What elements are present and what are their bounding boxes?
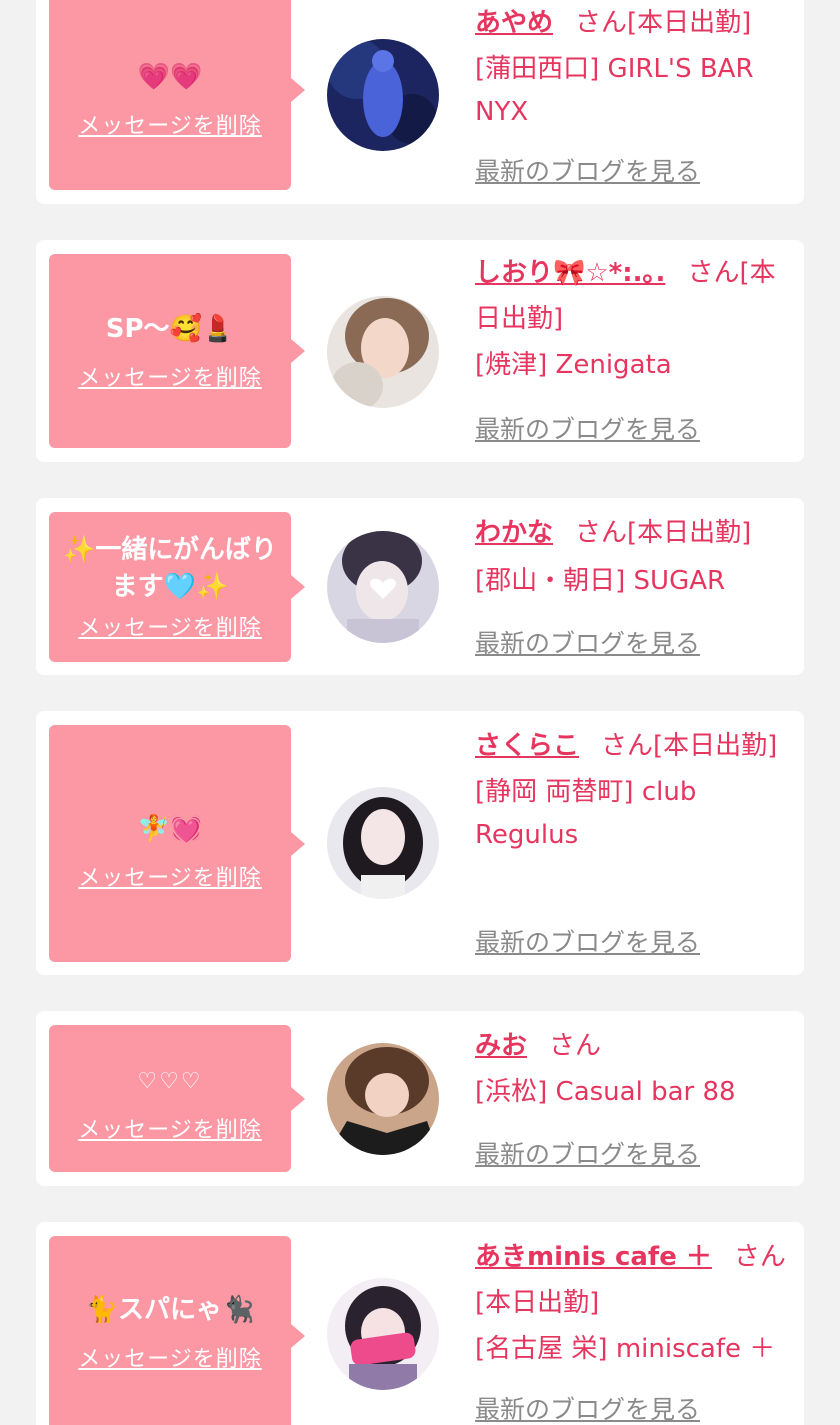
honorific: さん xyxy=(575,518,628,548)
message-text: ✨一緒にがんばります🩵✨ xyxy=(63,535,277,602)
shop-name: [静岡 両替町] club Regulus xyxy=(475,777,697,850)
latest-blog-link[interactable]: 最新のブログを見る xyxy=(475,152,700,188)
girl-name-link[interactable]: あやめ xyxy=(475,8,553,38)
avatar-photo xyxy=(327,531,439,643)
avatar[interactable] xyxy=(327,787,439,899)
latest-blog-link[interactable]: 最新のブログを見る xyxy=(475,1390,700,1425)
entry-info: あきminis cafe ＋ さん [本日出勤] [名古屋 栄] miniscafe… xyxy=(475,1234,788,1372)
shop-name: [浜松] Casual bar 88 xyxy=(475,1077,736,1107)
message-list: 💗💗 メッセージを削除 あやめ さん[本日出勤] [蒲田西口] GIRL'S BA… xyxy=(0,0,840,1425)
girl-name-link[interactable]: しおり🎀☆*:.｡. xyxy=(475,258,665,288)
honorific: さん xyxy=(575,8,628,38)
list-item: ✨一緒にがんばります🩵✨ メッセージを削除 わかな さん[本日出勤] [郡山・朝日… xyxy=(36,498,804,675)
delete-message-link[interactable]: メッセージを削除 xyxy=(78,860,262,892)
message-bubble: ♡♡♡ メッセージを削除 xyxy=(49,1025,305,1172)
status-badge: [本日出勤] xyxy=(627,518,752,548)
message-text: 💗💗 xyxy=(137,61,203,92)
message-text: 🧚💓 xyxy=(137,814,203,844)
list-item: SP〜🥰💄 メッセージを削除 しおり🎀☆*:.｡. さん[本日出勤] [焼津] Z… xyxy=(36,240,804,462)
message-bubble: SP〜🥰💄 メッセージを削除 xyxy=(49,254,305,448)
girl-name-link[interactable]: わかな xyxy=(475,518,553,548)
latest-blog-link[interactable]: 最新のブログを見る xyxy=(475,624,700,660)
avatar[interactable] xyxy=(327,1278,439,1390)
status-badge: [本日出勤] xyxy=(653,731,778,761)
honorific: さん xyxy=(601,731,654,761)
delete-message-link[interactable]: メッセージを削除 xyxy=(78,610,262,642)
avatar[interactable] xyxy=(327,531,439,643)
message-bubble: 🐈スパにゃ🐈‍⬛ メッセージを削除 xyxy=(49,1236,305,1425)
honorific: さん xyxy=(549,1031,602,1061)
shop-name: [名古屋 栄] miniscafe ＋ xyxy=(475,1334,776,1364)
message-text: SP〜🥰💄 xyxy=(105,313,235,344)
latest-blog-link[interactable]: 最新のブログを見る xyxy=(475,410,700,446)
list-item: 🐈スパにゃ🐈‍⬛ メッセージを削除 あきminis cafe ＋ さん [本日出勤]… xyxy=(36,1222,804,1425)
message-bubble: 🧚💓 メッセージを削除 xyxy=(49,725,305,962)
delete-message-link[interactable]: メッセージを削除 xyxy=(78,1112,262,1144)
avatar-photo xyxy=(327,296,439,408)
list-item: 💗💗 メッセージを削除 あやめ さん[本日出勤] [蒲田西口] GIRL'S BA… xyxy=(36,0,804,204)
avatar[interactable] xyxy=(327,39,439,151)
entry-info: あやめ さん[本日出勤] [蒲田西口] GIRL'S BAR NYX xyxy=(475,0,788,134)
girl-name-link[interactable]: みお xyxy=(475,1031,527,1061)
status-badge: [本日出勤] xyxy=(475,1288,600,1318)
entry-info: さくらこ さん[本日出勤] [静岡 両替町] club Regulus xyxy=(475,723,788,857)
honorific: さん xyxy=(733,1242,786,1272)
girl-name-link[interactable]: あきminis cafe ＋ xyxy=(475,1242,712,1272)
avatar[interactable] xyxy=(327,1043,439,1155)
shop-name: [郡山・朝日] SUGAR xyxy=(475,566,726,596)
message-bubble: 💗💗 メッセージを削除 xyxy=(49,0,305,190)
entry-info: わかな さん[本日出勤] [郡山・朝日] SUGAR xyxy=(475,510,788,604)
avatar-photo xyxy=(327,1278,439,1390)
shop-name: [焼津] Zenigata xyxy=(475,350,672,380)
delete-message-link[interactable]: メッセージを削除 xyxy=(78,108,262,140)
honorific: さん xyxy=(687,258,740,288)
latest-blog-link[interactable]: 最新のブログを見る xyxy=(475,1135,700,1171)
shop-name: [蒲田西口] GIRL'S BAR NYX xyxy=(475,54,754,127)
entry-info: みお さん [浜松] Casual bar 88 xyxy=(475,1023,788,1115)
avatar-photo xyxy=(327,787,439,899)
message-text: 🐈スパにゃ🐈‍⬛ xyxy=(85,1294,255,1325)
message-text: ♡♡♡ xyxy=(137,1069,203,1094)
status-badge: [本日出勤] xyxy=(627,8,752,38)
girl-name-link[interactable]: さくらこ xyxy=(475,731,579,761)
delete-message-link[interactable]: メッセージを削除 xyxy=(78,360,262,392)
delete-message-link[interactable]: メッセージを削除 xyxy=(78,1341,262,1373)
latest-blog-link[interactable]: 最新のブログを見る xyxy=(475,923,700,959)
list-item: ♡♡♡ メッセージを削除 みお さん [浜松] Casual bar 88 最新の… xyxy=(36,1011,804,1186)
message-bubble: ✨一緒にがんばります🩵✨ メッセージを削除 xyxy=(49,512,305,662)
entry-info: しおり🎀☆*:.｡. さん[本日出勤] [焼津] Zenigata xyxy=(475,250,788,388)
list-item: 🧚💓 メッセージを削除 さくらこ さん[本日出勤] [静岡 両替町] club R… xyxy=(36,711,804,975)
avatar-photo xyxy=(327,1043,439,1155)
avatar-photo xyxy=(327,39,439,151)
avatar[interactable] xyxy=(327,296,439,408)
